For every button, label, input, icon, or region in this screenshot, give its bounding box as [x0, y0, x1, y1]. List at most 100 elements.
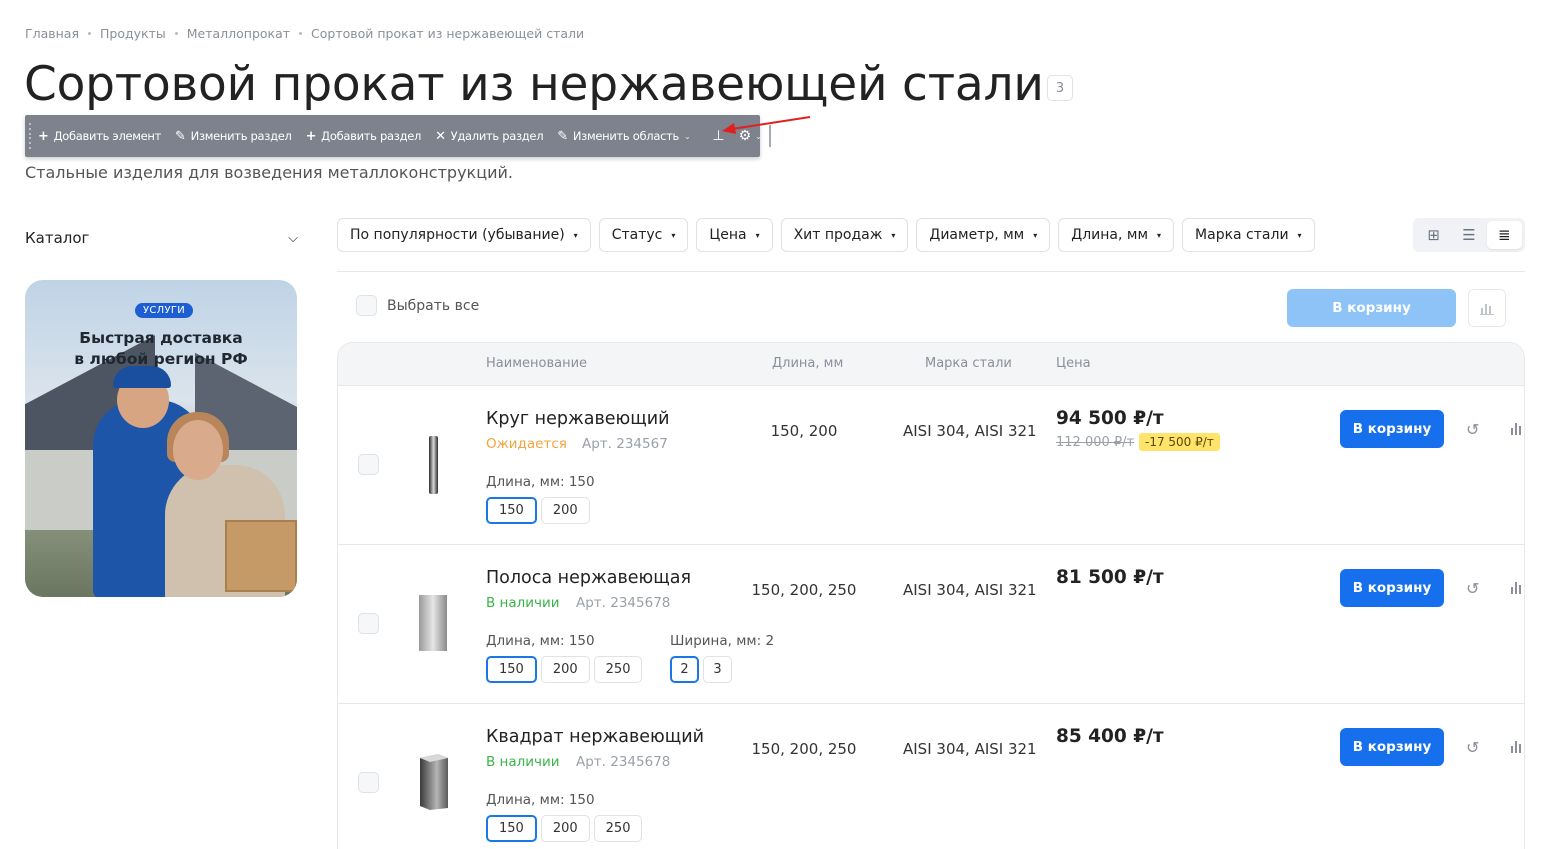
breadcrumb-current: Сортовой прокат из нержавеющей стали	[311, 26, 585, 41]
compare-icon[interactable]	[1510, 420, 1524, 440]
page-subtitle: Стальные изделия для возведения металлок…	[25, 163, 513, 182]
product-status: В наличии	[486, 595, 560, 611]
add-element-button[interactable]: + Добавить элемент	[31, 115, 168, 157]
discount-badge: -17 500 ₽/т	[1139, 433, 1220, 451]
header-steel: Марка стали	[925, 356, 1012, 371]
row-checkbox[interactable]	[358, 772, 379, 793]
view-switcher: ⊞ ☰ ≣	[1413, 218, 1525, 252]
catalog-label: Каталог	[25, 229, 90, 247]
add-to-cart-button[interactable]: В корзину	[1340, 569, 1444, 607]
banner-customer-shape	[173, 420, 223, 480]
filter-price[interactable]: Цена ▾	[696, 218, 773, 252]
sort-dropdown[interactable]: По популярности (убывание) ▾	[337, 218, 591, 252]
add-to-cart-button[interactable]: В корзину	[1340, 728, 1444, 766]
promo-title: Быстрая доставка в любой регион РФ	[74, 329, 248, 368]
caret-down-icon: ▾	[573, 230, 578, 240]
product-count-badge: 3	[1047, 75, 1073, 101]
product-status: Ожидается	[486, 436, 567, 452]
row-checkbox[interactable]	[358, 613, 379, 634]
breadcrumb-separator	[299, 32, 303, 35]
filter-diameter[interactable]: Диаметр, мм ▾	[916, 218, 1051, 252]
caret-down-icon: ▾	[1157, 230, 1162, 240]
width-option-chip[interactable]: 2	[670, 656, 699, 683]
product-image	[429, 436, 438, 494]
grid-view-icon[interactable]: ⊞	[1416, 221, 1451, 249]
plus-icon: +	[305, 128, 317, 144]
table-header: Наименование Длина, мм Марка стали Цена	[338, 343, 1524, 386]
table-row: Полоса нержавеющая В наличии Арт. 234567…	[338, 545, 1524, 704]
length-option-chip[interactable]: 150	[486, 497, 537, 524]
edit-area-button[interactable]: ✎ Изменить область ⌄	[550, 115, 697, 157]
product-lengths: 150, 200	[770, 422, 838, 440]
length-option-chip[interactable]: 200	[540, 497, 590, 524]
length-option-chip[interactable]: 150	[486, 656, 537, 683]
table-row: Квадрат нержавеющий В наличии Арт. 23456…	[338, 704, 1524, 849]
filter-bar: По популярности (убывание) ▾ Статус ▾ Цена…	[337, 218, 1315, 252]
product-status: В наличии	[486, 754, 560, 770]
length-option-chip[interactable]: 250	[593, 656, 643, 683]
product-lengths: 150, 200, 250	[751, 581, 857, 599]
caret-down-icon: ▾	[671, 230, 676, 240]
product-image	[419, 595, 447, 651]
compare-icon[interactable]	[1468, 289, 1506, 327]
header-name: Наименование	[486, 356, 588, 371]
promo-banner[interactable]: УСЛУГИ Быстрая доставка в любой регион Р…	[25, 280, 297, 597]
product-article: Арт. 2345678	[576, 595, 671, 611]
product-name-link[interactable]: Полоса нержавеющая	[486, 568, 691, 588]
product-table: Наименование Длина, мм Марка стали Цена …	[337, 342, 1525, 849]
select-all[interactable]: Выбрать все	[356, 295, 479, 316]
product-price: 94 500 ₽/т	[1056, 408, 1164, 429]
add-to-cart-button[interactable]: В корзину	[1340, 410, 1444, 448]
filter-bestseller[interactable]: Хит продаж ▾	[780, 218, 909, 252]
catalog-toggle[interactable]: Каталог ⌵	[25, 229, 300, 247]
promo-tag: УСЛУГИ	[135, 303, 194, 318]
caret-down-icon: ▾	[755, 230, 760, 240]
length-option-chip[interactable]: 200	[540, 656, 590, 683]
list-view-icon[interactable]: ☰	[1451, 221, 1486, 249]
length-options: 150 200	[486, 497, 590, 524]
chevron-down-icon: ⌄	[683, 131, 691, 141]
filter-steel-grade[interactable]: Марка стали ▾	[1182, 218, 1315, 252]
history-icon[interactable]: ↺	[1466, 738, 1479, 757]
length-options: 150 200 250	[486, 656, 643, 683]
bulk-add-to-cart-button[interactable]: В корзину	[1287, 289, 1456, 327]
row-checkbox[interactable]	[358, 454, 379, 475]
length-option-label: Длина, мм: 150	[486, 792, 595, 808]
product-price: 85 400 ₽/т	[1056, 726, 1164, 747]
history-icon[interactable]: ↺	[1466, 579, 1479, 598]
history-icon[interactable]: ↺	[1466, 420, 1479, 439]
filter-status[interactable]: Статус ▾	[598, 218, 689, 252]
header-price: Цена	[1056, 356, 1091, 371]
product-article: Арт. 234567	[582, 436, 668, 452]
width-option-chip[interactable]: 3	[703, 656, 732, 683]
breadcrumb-separator	[88, 32, 91, 35]
breadcrumb-metal[interactable]: Металлопрокат	[187, 26, 290, 41]
divider	[337, 271, 1525, 272]
product-steel-grade: AISI 304, AISI 321	[903, 581, 1037, 599]
width-option-label: Ширина, мм: 2	[670, 633, 775, 649]
caret-down-icon: ▾	[1297, 230, 1302, 240]
length-option-chip[interactable]: 200	[540, 815, 590, 842]
compare-icon[interactable]	[1510, 579, 1524, 599]
length-option-chip[interactable]: 250	[593, 815, 643, 842]
add-section-button[interactable]: + Добавить раздел	[299, 115, 428, 157]
select-all-checkbox[interactable]	[356, 295, 377, 316]
filter-length[interactable]: Длина, мм ▾	[1058, 218, 1175, 252]
length-options: 150 200 250	[486, 815, 643, 842]
product-price: 81 500 ₽/т	[1056, 567, 1164, 588]
edit-section-button[interactable]: ✎ Изменить раздел	[168, 115, 299, 157]
product-name-link[interactable]: Квадрат нержавеющий	[486, 727, 704, 747]
pencil-icon: ✎	[557, 128, 568, 144]
compare-icon[interactable]	[1510, 738, 1524, 758]
delete-section-button[interactable]: ✕ Удалить раздел	[428, 115, 550, 157]
breadcrumb-separator	[174, 32, 178, 35]
breadcrumb-home[interactable]: Главная	[25, 26, 79, 41]
product-name-link[interactable]: Круг нержавеющий	[486, 409, 670, 429]
length-option-chip[interactable]: 150	[486, 815, 537, 842]
product-old-price: 112 000 ₽/т	[1056, 435, 1135, 450]
close-icon: ✕	[435, 128, 446, 144]
length-option-label: Длина, мм: 150	[486, 633, 595, 649]
breadcrumb-products[interactable]: Продукты	[100, 26, 166, 41]
header-length: Длина, мм	[772, 356, 844, 371]
table-view-icon[interactable]: ≣	[1486, 221, 1522, 249]
